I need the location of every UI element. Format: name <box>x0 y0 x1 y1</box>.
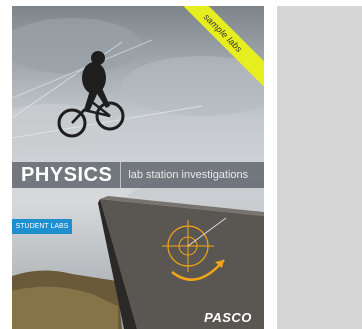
cover-title: PHYSICS <box>12 162 122 188</box>
title-bar: PHYSICS lab station investigations <box>12 162 264 188</box>
student-labs-badge: STUDENT LABS <box>12 219 72 234</box>
book-cover-image[interactable]: sample labs PHYSICS lab station investig… <box>12 6 264 329</box>
page: sample labs PHYSICS lab station investig… <box>0 0 362 329</box>
placeholder-panel <box>277 6 362 329</box>
student-labs-text: STUDENT LABS <box>15 223 69 230</box>
cover-subtitle: lab station investigations <box>128 169 249 181</box>
brand-logo: PASCO <box>204 310 252 325</box>
